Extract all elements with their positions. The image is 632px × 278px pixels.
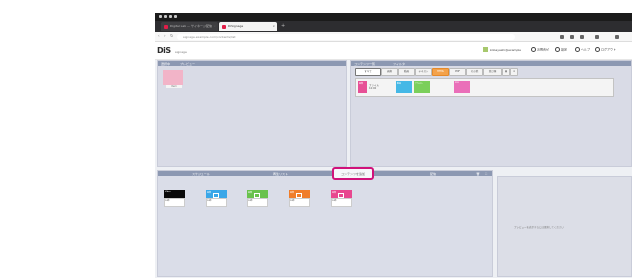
playlist-panel: スケジュール 再生リスト 配信 🗑 ⛶ Video 10秒 画像 10秒 画像 … — [157, 170, 493, 277]
expand-icon[interactable]: ⛶ — [485, 172, 487, 176]
content-card[interactable]: 画像 — [358, 81, 367, 93]
image-icon — [213, 193, 219, 198]
logout-icon — [595, 47, 600, 52]
playlist-card[interactable]: 画像 10秒 — [331, 190, 352, 207]
os-titlebar — [155, 13, 632, 21]
help-icon — [575, 47, 580, 52]
forward-icon[interactable]: › — [164, 34, 166, 38]
list-view-icon[interactable]: ≡ — [510, 68, 518, 76]
header-link-logout[interactable]: ログアウト — [595, 47, 616, 52]
reload-icon[interactable]: ↻ — [170, 34, 173, 38]
grid-view-icon[interactable]: ▦ — [502, 68, 510, 76]
browser-tab-2[interactable]: DiSignage × — [219, 22, 277, 31]
content-card[interactable]: テキスト — [414, 81, 430, 93]
filter-chip-active[interactable]: HTML — [432, 68, 449, 76]
image-icon — [296, 193, 302, 198]
url-field[interactable]: signage.example.com/contents/list — [177, 33, 515, 40]
filter-chip[interactable]: すべて — [355, 68, 381, 76]
preview-panel: プレビューを表示するには選択してください — [497, 176, 632, 277]
content-card-meta: ファイル 10:00 — [369, 84, 380, 90]
extension-icon[interactable] — [570, 34, 574, 39]
content-card[interactable]: PDF — [454, 81, 470, 93]
panel-header: 選択中 プレビュー — [158, 61, 346, 66]
trash-icon[interactable]: 🗑 — [476, 172, 480, 176]
tab-favicon-icon — [222, 24, 226, 29]
user-name: kobayashi@example — [490, 48, 522, 52]
address-toolbar: ‹ › ↻ signage.example.com/contents/list — [155, 32, 632, 42]
filter-chip[interactable]: PDF — [449, 68, 466, 76]
app-header: DiS signage kobayashi@example お問合せ 設定 ヘル… — [155, 42, 632, 60]
header-link-contact[interactable]: お問合せ — [531, 47, 549, 52]
panel-header: コンテンツ一覧 フィルタ — [351, 61, 631, 66]
menu-icon[interactable] — [615, 34, 619, 39]
url-text: signage.example.com/contents/list — [183, 34, 236, 39]
add-content-button[interactable]: コンテンツを追加 — [332, 167, 374, 180]
selected-content-label: Item — [166, 85, 182, 88]
new-tab-icon[interactable]: + — [281, 23, 285, 29]
content-tray: 画像 ファイル 10:00 動画 テキスト PDF — [355, 78, 614, 97]
content-card[interactable]: 動画 — [396, 81, 412, 93]
browser-tab-1[interactable]: Digital Lab — サイネージ配信 × — [161, 22, 218, 31]
playlist-card[interactable]: 画像 10秒 — [247, 190, 268, 207]
selected-content-thumbnail[interactable] — [163, 70, 183, 85]
close-icon[interactable]: × — [272, 24, 275, 28]
browser-tabbar: Digital Lab — サイネージ配信 × DiSignage × + — [155, 21, 632, 32]
app-logo: DiS — [157, 46, 171, 55]
filter-chip[interactable]: 動画 — [398, 68, 415, 76]
playlist-card[interactable]: 画像 10秒 — [206, 190, 227, 207]
playlist-card[interactable]: 画像 10秒 — [289, 190, 310, 207]
extension-icon[interactable] — [560, 34, 564, 39]
browser-tab-title: DiSignage — [228, 24, 244, 28]
info-icon — [531, 47, 536, 52]
sort-dropdown[interactable]: 並び順 — [483, 68, 502, 76]
filter-chip[interactable]: その他 — [466, 68, 483, 76]
tab-favicon-icon — [164, 24, 168, 29]
header-link-settings[interactable]: 設定 — [555, 47, 567, 52]
image-icon — [254, 193, 260, 198]
playlist-card[interactable]: Video 10秒 — [164, 190, 185, 207]
extension-icon[interactable] — [595, 34, 599, 39]
extension-icon[interactable] — [580, 34, 584, 39]
header-link-help[interactable]: ヘルプ — [575, 47, 590, 52]
filter-chip[interactable]: テキスト — [415, 68, 432, 76]
user-icon — [483, 47, 488, 52]
app-logo-sub: signage — [175, 50, 187, 54]
empty-preview-message: プレビューを表示するには選択してください — [514, 226, 564, 229]
back-icon[interactable]: ‹ — [158, 34, 160, 38]
image-icon — [338, 193, 344, 198]
browser-tab-title: Digital Lab — サイネージ配信 — [170, 24, 212, 28]
close-icon[interactable]: × — [213, 24, 216, 28]
panel-header: スケジュール 再生リスト 配信 🗑 ⛶ — [158, 171, 492, 176]
selected-panel: 選択中 プレビュー Item — [157, 60, 347, 167]
gear-icon — [555, 47, 560, 52]
screenshot-area: Digital Lab — サイネージ配信 × DiSignage × + ‹ … — [155, 13, 632, 278]
filter-chip[interactable]: 画像 — [381, 68, 398, 76]
content-library-panel: コンテンツ一覧 フィルタ すべて 画像 動画 テキスト HTML PDF その他… — [350, 60, 632, 167]
